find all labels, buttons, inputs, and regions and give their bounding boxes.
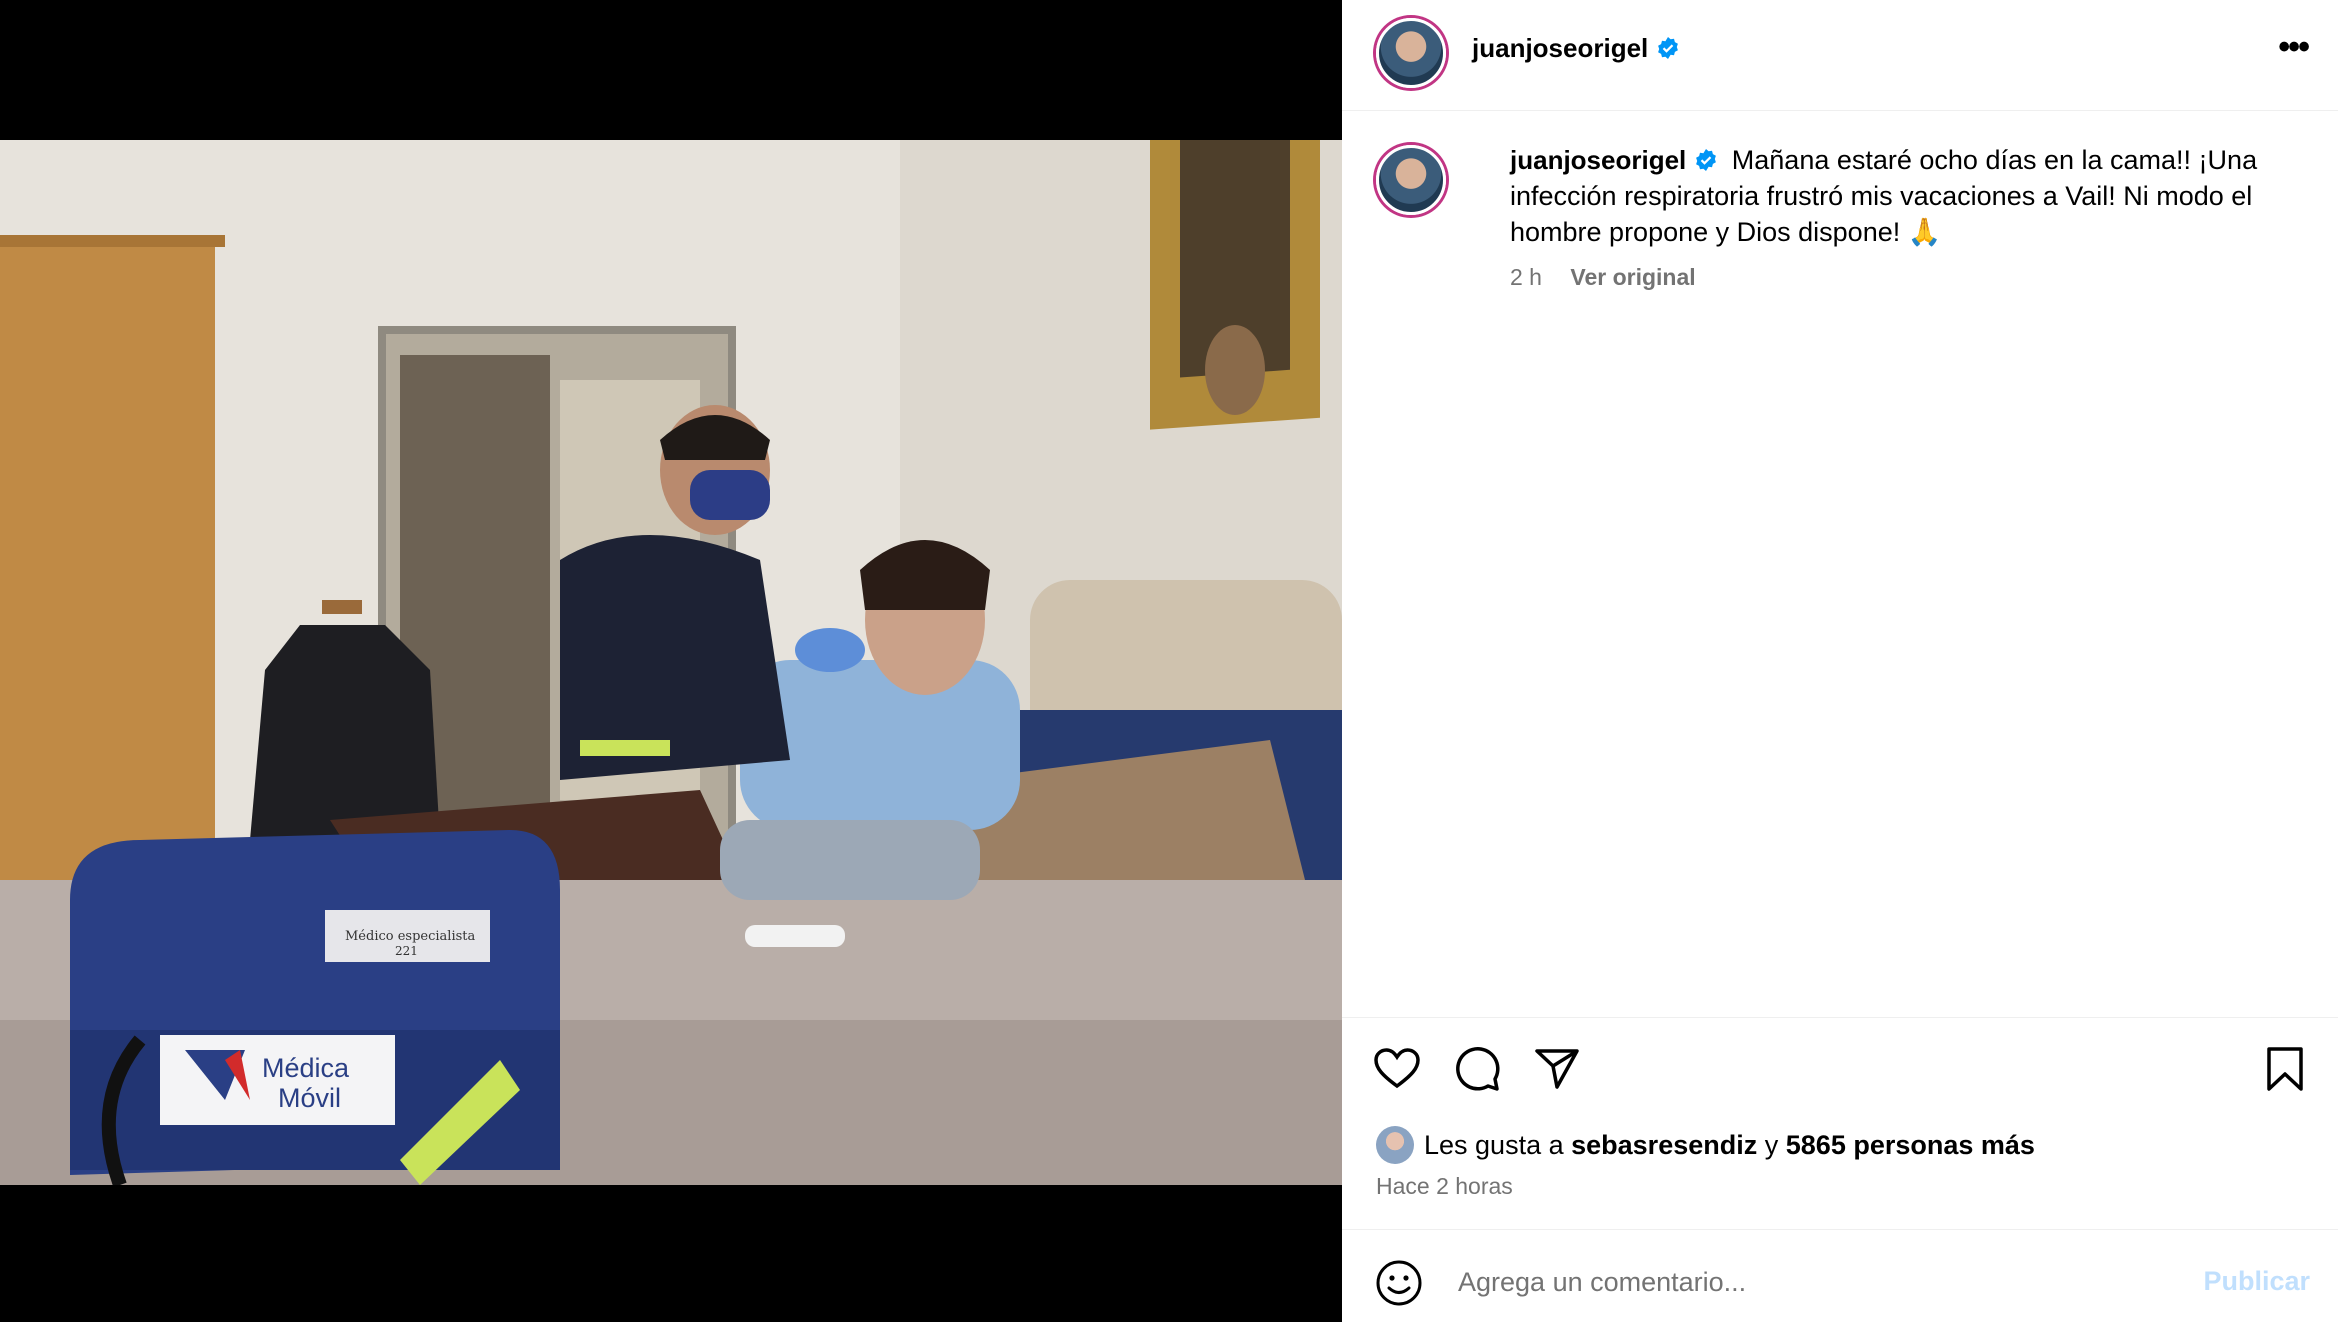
publish-button[interactable]: Publicar: [2203, 1266, 2310, 1297]
verified-badge-icon: [1696, 149, 1717, 171]
post-time[interactable]: Hace 2 horas: [1376, 1173, 1513, 1200]
bag-logo-line1: Médica: [262, 1053, 350, 1083]
heart-icon[interactable]: [1372, 1044, 1422, 1094]
actions-divider: [1342, 1017, 2338, 1018]
post-sidebar: juanjoseorigel ••• juanjoseorigel Mañana…: [1342, 0, 2338, 1322]
likes-summary: Les gusta a sebasresendiz y 5865 persona…: [1376, 1126, 2035, 1164]
likes-count[interactable]: 5865 personas más: [1786, 1130, 2035, 1160]
media-panel: Médico especialista 221 Médica Móvil: [0, 0, 1342, 1322]
bag-logo-line2: Móvil: [278, 1083, 341, 1113]
share-icon[interactable]: [1532, 1044, 1582, 1094]
bookmark-icon[interactable]: [2260, 1044, 2310, 1094]
emoji-icon[interactable]: [1375, 1259, 1423, 1307]
caption-avatar[interactable]: [1376, 145, 1446, 215]
caption-time: 2 h: [1510, 264, 1542, 290]
liker-username[interactable]: sebasresendiz: [1571, 1130, 1757, 1160]
bag-tag-line2: 221: [395, 944, 418, 958]
caption-username[interactable]: juanjoseorigel: [1510, 145, 1718, 175]
bag-tag-line1: Médico especialista: [345, 929, 476, 944]
comment-input[interactable]: [1456, 1266, 2160, 1299]
caption-meta: 2 h Ver original: [1510, 264, 1696, 291]
verified-badge-icon: [1658, 37, 1679, 59]
header-username[interactable]: juanjoseorigel: [1472, 33, 1680, 64]
avatar[interactable]: [1376, 18, 1446, 88]
liker-avatar[interactable]: [1376, 1126, 1414, 1164]
caption-text: juanjoseorigel Mañana estaré ocho días e…: [1510, 142, 2300, 250]
post-header: juanjoseorigel •••: [1342, 0, 2338, 111]
more-options-icon[interactable]: •••: [2278, 30, 2310, 64]
see-original-link[interactable]: Ver original: [1570, 264, 1695, 290]
comment-icon[interactable]: [1452, 1044, 1502, 1094]
comment-divider: [1342, 1229, 2338, 1230]
post-photo[interactable]: Médico especialista 221 Médica Móvil: [0, 140, 1342, 1185]
